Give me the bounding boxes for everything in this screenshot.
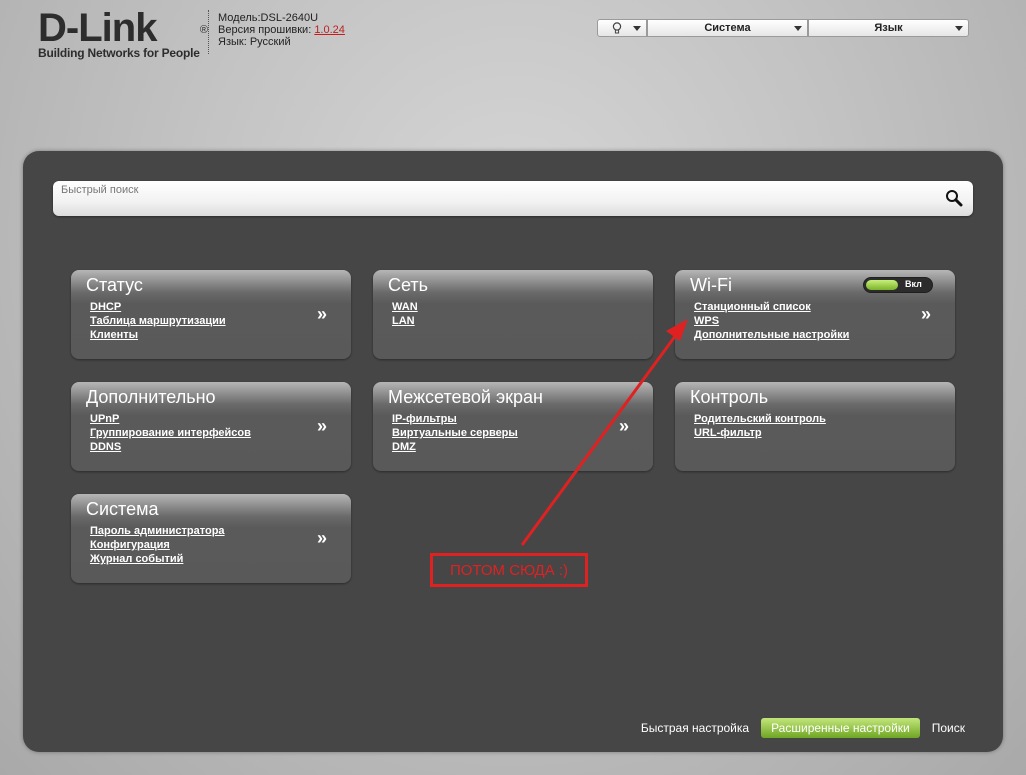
dlink-logo: D-Link ® Building Networks for People <box>38 6 208 60</box>
logo-text: D-Link <box>38 6 157 50</box>
card-advanced: Дополнительно UPnP Группирование интерфе… <box>71 382 351 471</box>
logo-registered-mark: ® <box>199 24 208 36</box>
system-menu-label: Система <box>704 22 751 34</box>
card-firewall: Межсетевой экран IP-фильтры Виртуальные … <box>373 382 653 471</box>
search-icon[interactable] <box>945 189 963 207</box>
bottom-nav: Быстрая настройка Расширенные настройки … <box>629 718 965 738</box>
link-clients[interactable]: Клиенты <box>90 328 226 342</box>
link-routing-table[interactable]: Таблица маршрутизации <box>90 314 226 328</box>
link-admin-password[interactable]: Пароль администратора <box>90 524 225 538</box>
link-interface-grouping[interactable]: Группирование интерфейсов <box>90 426 251 440</box>
system-menu-dropdown[interactable]: Система <box>647 19 808 37</box>
main-panel: Статус DHCP Таблица маршрутизации Клиент… <box>23 151 1003 752</box>
card-network-title: Сеть <box>388 275 429 295</box>
link-upnp[interactable]: UPnP <box>90 412 251 426</box>
card-status-title: Статус <box>86 275 143 295</box>
wifi-toggle[interactable]: Вкл <box>863 277 933 293</box>
card-control-title: Контроль <box>690 387 769 407</box>
link-wan[interactable]: WAN <box>392 300 418 314</box>
link-event-log[interactable]: Журнал событий <box>90 552 225 566</box>
card-status-more-button[interactable]: » <box>317 304 327 325</box>
firmware-version-link[interactable]: 1.0.24 <box>314 24 345 36</box>
bottom-search-link[interactable]: Поиск <box>932 721 965 735</box>
card-network: Сеть WAN LAN <box>373 270 653 359</box>
link-dmz[interactable]: DMZ <box>392 440 518 454</box>
toggle-knob <box>866 280 898 290</box>
link-station-list[interactable]: Станционный список <box>694 300 849 314</box>
quick-search-bar <box>53 181 973 216</box>
device-info: Модель:DSL-2640U Версия прошивки: 1.0.24… <box>218 12 345 48</box>
link-configuration[interactable]: Конфигурация <box>90 538 225 552</box>
card-firewall-more-button[interactable]: » <box>619 416 629 437</box>
card-advanced-more-button[interactable]: » <box>317 416 327 437</box>
language-menu-label: Язык <box>874 22 903 34</box>
notifications-dropdown[interactable] <box>597 19 647 37</box>
chevron-down-icon <box>794 26 802 31</box>
card-firewall-title: Межсетевой экран <box>388 387 543 407</box>
card-system-title: Система <box>86 499 159 519</box>
link-parental-control[interactable]: Родительский контроль <box>694 412 826 426</box>
lightbulb-icon <box>612 21 622 33</box>
quick-search-input[interactable] <box>53 181 933 216</box>
card-system: Система Пароль администратора Конфигурац… <box>71 494 351 583</box>
link-virtual-servers[interactable]: Виртуальные серверы <box>392 426 518 440</box>
wifi-toggle-label: Вкл <box>905 279 922 289</box>
header-separator <box>208 10 210 54</box>
quick-setup-link[interactable]: Быстрая настройка <box>641 721 749 735</box>
link-url-filter[interactable]: URL-фильтр <box>694 426 826 440</box>
annotation-box: ПОТОМ СЮДА :) <box>430 553 588 587</box>
card-status: Статус DHCP Таблица маршрутизации Клиент… <box>71 270 351 359</box>
link-wps[interactable]: WPS <box>694 314 849 328</box>
model-label: Модель: <box>218 12 261 24</box>
language-value: Русский <box>249 36 291 48</box>
top-controls: Система Язык <box>597 19 969 39</box>
advanced-settings-button[interactable]: Расширенные настройки <box>761 718 920 738</box>
card-system-more-button[interactable]: » <box>317 528 327 549</box>
chevron-down-icon <box>955 26 963 31</box>
card-wifi-more-button[interactable]: » <box>921 304 931 325</box>
link-lan[interactable]: LAN <box>392 314 418 328</box>
link-wifi-advanced[interactable]: Дополнительные настройки <box>694 328 849 342</box>
card-wifi-title: Wi-Fi <box>690 275 732 295</box>
language-label: Язык: <box>218 36 247 48</box>
chevron-down-icon <box>633 26 641 31</box>
language-menu-dropdown[interactable]: Язык <box>808 19 969 37</box>
link-ip-filters[interactable]: IP-фильтры <box>392 412 518 426</box>
card-wifi: Wi-Fi Вкл Станционный список WPS Дополни… <box>675 270 955 359</box>
model-value: DSL-2640U <box>260 12 319 24</box>
link-ddns[interactable]: DDNS <box>90 440 251 454</box>
link-dhcp[interactable]: DHCP <box>90 300 226 314</box>
card-advanced-title: Дополнительно <box>86 387 216 407</box>
card-control: Контроль Родительский контроль URL-фильт… <box>675 382 955 471</box>
firmware-label: Версия прошивки: <box>218 24 312 36</box>
